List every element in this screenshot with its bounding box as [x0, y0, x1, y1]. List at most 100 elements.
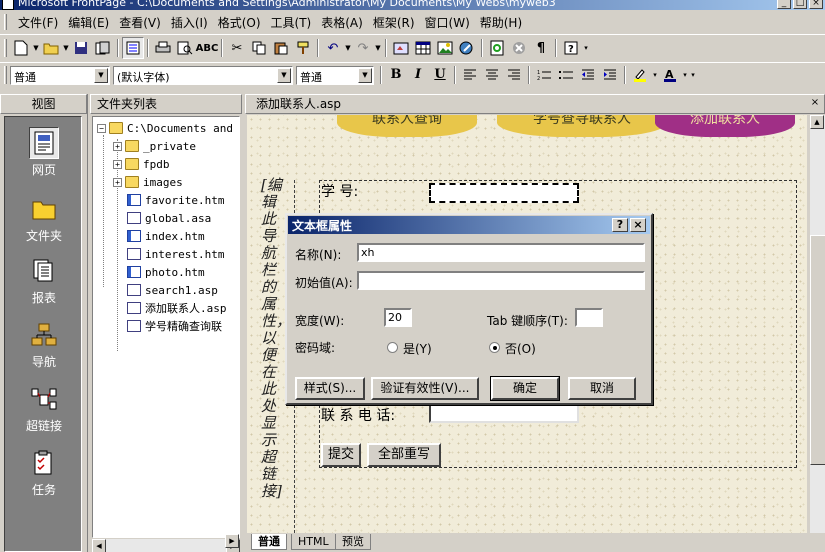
redo-icon[interactable]: ↷ [352, 37, 374, 59]
scroll-left-icon[interactable]: ◀ [92, 539, 106, 552]
insert-component-icon[interactable] [390, 37, 412, 59]
tab-preview[interactable]: 预览 [335, 534, 371, 550]
open-folder-icon[interactable] [40, 37, 62, 59]
view-page[interactable]: 网页 [5, 123, 83, 185]
toolbar-grip[interactable] [4, 39, 7, 57]
font-size-combo[interactable]: 普通 ▼ [296, 65, 374, 85]
align-left-icon[interactable] [459, 64, 481, 86]
print-preview-icon[interactable] [174, 37, 196, 59]
tab-scroll-icon[interactable]: ▶ [225, 534, 239, 548]
spelling-icon[interactable]: ABC [196, 37, 219, 59]
expand-icon[interactable]: + [113, 159, 122, 169]
undo-icon[interactable]: ↶ [322, 37, 344, 59]
paste-icon[interactable] [270, 37, 292, 59]
font-dropdown-icon[interactable]: ▼ [277, 67, 291, 83]
tree-file[interactable]: interest.htm [127, 245, 224, 263]
italic-button[interactable]: I [407, 65, 429, 85]
expand-icon[interactable]: + [113, 141, 122, 151]
view-reports[interactable]: 报表 [5, 251, 83, 313]
password-no-label[interactable]: 否(O) [505, 340, 536, 357]
view-hyperlinks[interactable]: 超链接 [5, 379, 83, 441]
collapse-icon[interactable]: − [97, 123, 106, 133]
show-all-pilcrow-icon[interactable]: ¶ [530, 37, 552, 59]
password-yes-radio[interactable] [387, 342, 398, 353]
tree-file[interactable]: 添加联系人.asp [127, 299, 227, 317]
dialog-help-icon[interactable]: ? [612, 218, 628, 232]
increase-indent-icon[interactable] [599, 64, 621, 86]
password-yes-label[interactable]: 是(Y) [403, 340, 432, 357]
insert-picture-icon[interactable] [434, 37, 456, 59]
submit-button[interactable]: 提交 [321, 443, 361, 467]
name-input[interactable]: xh [357, 243, 645, 262]
tree-file[interactable]: global.asa [127, 209, 211, 227]
hyperlink-icon[interactable] [456, 37, 478, 59]
dialog-close-icon[interactable]: × [630, 218, 646, 232]
tree-folder-fpdb[interactable]: + fpdb [113, 155, 170, 173]
scroll-thumb[interactable] [810, 235, 825, 465]
bold-button[interactable]: B [385, 65, 407, 85]
numbering-icon[interactable]: 12 [533, 64, 555, 86]
menu-format[interactable]: 格式(O) [213, 14, 266, 31]
reset-button[interactable]: 全部重写 [367, 443, 441, 467]
redo-dropdown-icon[interactable]: ▼ [374, 44, 382, 52]
tree-file[interactable]: 学号精确查询联 [127, 317, 222, 335]
close-document-icon[interactable]: × [808, 97, 822, 110]
menu-tools[interactable]: 工具(T) [266, 14, 317, 31]
maximize-button[interactable]: □ [793, 0, 807, 9]
menu-insert[interactable]: 插入(I) [166, 14, 213, 31]
toolbar2-options-icon[interactable]: ▾ [689, 71, 697, 79]
view-navigation[interactable]: 导航 [5, 315, 83, 377]
align-right-icon[interactable] [503, 64, 525, 86]
publish-icon[interactable] [92, 37, 114, 59]
menu-view[interactable]: 查看(V) [114, 14, 166, 31]
style-dropdown-icon[interactable]: ▼ [94, 67, 108, 83]
highlight-dropdown-icon[interactable]: ▾ [651, 71, 659, 79]
save-icon[interactable] [70, 37, 92, 59]
undo-dropdown-icon[interactable]: ▼ [344, 44, 352, 52]
tab-normal[interactable]: 普通 [251, 534, 287, 550]
expand-icon[interactable]: + [113, 177, 122, 187]
tree-file[interactable]: favorite.htm [127, 191, 224, 209]
view-tasks[interactable]: 任务 [5, 443, 83, 505]
tab-order-input[interactable] [575, 308, 603, 327]
help-icon[interactable]: ? [560, 37, 582, 59]
tree-file[interactable]: search1.asp [127, 281, 218, 299]
cut-icon[interactable]: ✂ [226, 37, 248, 59]
tab-html[interactable]: HTML [291, 534, 336, 550]
style-combo[interactable]: 普通 ▼ [10, 65, 110, 85]
stop-icon[interactable] [508, 37, 530, 59]
folder-horizontal-scrollbar[interactable]: ◀ ▶ [92, 538, 240, 552]
folder-list-toggle-icon[interactable] [122, 37, 144, 59]
tree-file[interactable]: index.htm [127, 227, 205, 245]
style-button[interactable]: 样式(S)... [295, 377, 365, 400]
tree-file[interactable]: photo.htm [127, 263, 205, 281]
menu-edit[interactable]: 编辑(E) [63, 14, 114, 31]
menubar-grip[interactable] [4, 14, 7, 30]
copy-icon[interactable] [248, 37, 270, 59]
scroll-up-icon[interactable]: ▲ [810, 115, 824, 129]
new-dropdown-icon[interactable]: ▼ [32, 44, 40, 52]
phone-textbox[interactable] [429, 403, 579, 423]
toolbar-grip[interactable] [4, 66, 7, 84]
nav-link-add-contact[interactable]: 添加联系人 [655, 115, 795, 137]
tree-folder-private[interactable]: + _private [113, 137, 196, 155]
initial-value-input[interactable] [357, 271, 645, 290]
menu-table[interactable]: 表格(A) [316, 14, 368, 31]
cancel-button[interactable]: 取消 [568, 377, 636, 400]
menu-file[interactable]: 文件(F) [13, 14, 63, 31]
width-input[interactable]: 20 [384, 308, 412, 327]
nav-link-search[interactable]: 联系人查询 [337, 115, 477, 137]
tree-root[interactable]: − C:\Documents and [97, 119, 233, 137]
decrease-indent-icon[interactable] [577, 64, 599, 86]
refresh-icon[interactable] [486, 37, 508, 59]
menu-help[interactable]: 帮助(H) [475, 14, 527, 31]
format-painter-icon[interactable] [292, 37, 314, 59]
dialog-title-bar[interactable]: 文本框属性 ? × [288, 216, 650, 234]
font-color-icon[interactable]: A [659, 64, 681, 86]
close-window-button[interactable]: × [809, 0, 823, 9]
underline-button[interactable]: U [429, 65, 451, 85]
tree-folder-images[interactable]: + images [113, 173, 183, 191]
ok-button[interactable]: 确定 [490, 376, 560, 401]
bullets-icon[interactable] [555, 64, 577, 86]
student-id-textbox[interactable] [429, 183, 579, 203]
